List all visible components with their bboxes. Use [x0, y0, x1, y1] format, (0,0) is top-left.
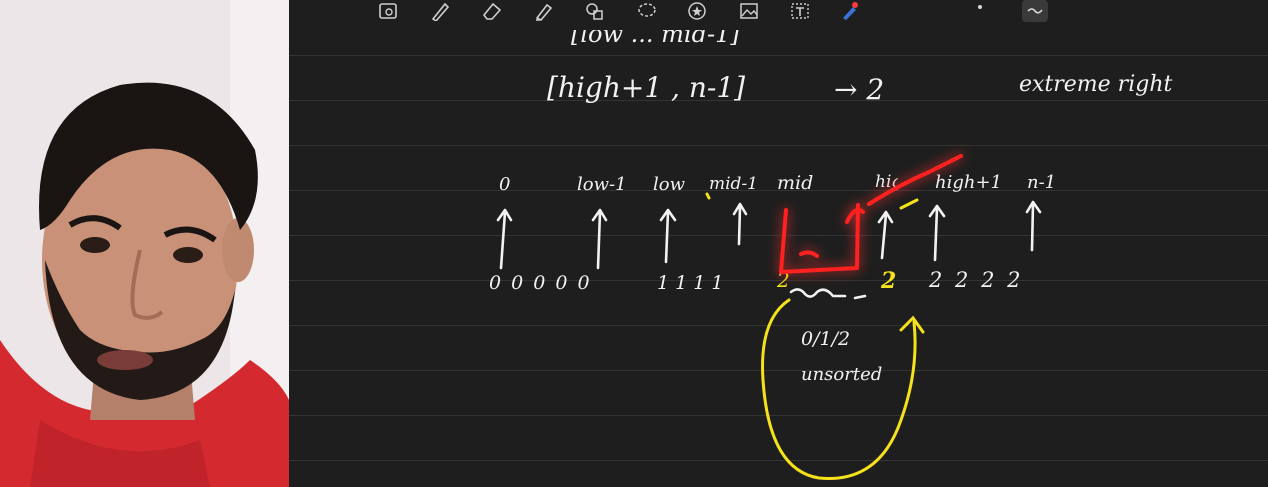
red-hook-stroke	[845, 208, 865, 224]
arrow-index-mid-minus-1	[732, 202, 748, 246]
red-bracket-stroke	[867, 154, 963, 206]
presenter-image	[0, 0, 289, 487]
arrow-index-high-plus-1	[928, 204, 946, 262]
arrow-index-high	[877, 210, 894, 260]
unsorted-underline	[789, 288, 867, 300]
ink-strokes	[496, 154, 1042, 481]
notes-canvas[interactable]: [low ... mid-1] [high+1 , n-1] → 2 extre…	[289, 0, 1268, 487]
red-inner-mark	[799, 250, 819, 258]
arrow-index-0	[496, 208, 513, 270]
yellow-dash-high	[899, 198, 919, 210]
arrow-index-low	[659, 208, 677, 264]
yellow-loop-arrowhead	[899, 315, 925, 334]
red-box-mid	[779, 203, 860, 274]
yellow-loop-arrow	[761, 298, 917, 481]
webcam-video	[0, 0, 289, 487]
arrow-index-n-minus-1	[1025, 200, 1042, 252]
yellow-tick-low	[705, 192, 711, 200]
arrow-index-low-minus-1	[591, 208, 608, 270]
